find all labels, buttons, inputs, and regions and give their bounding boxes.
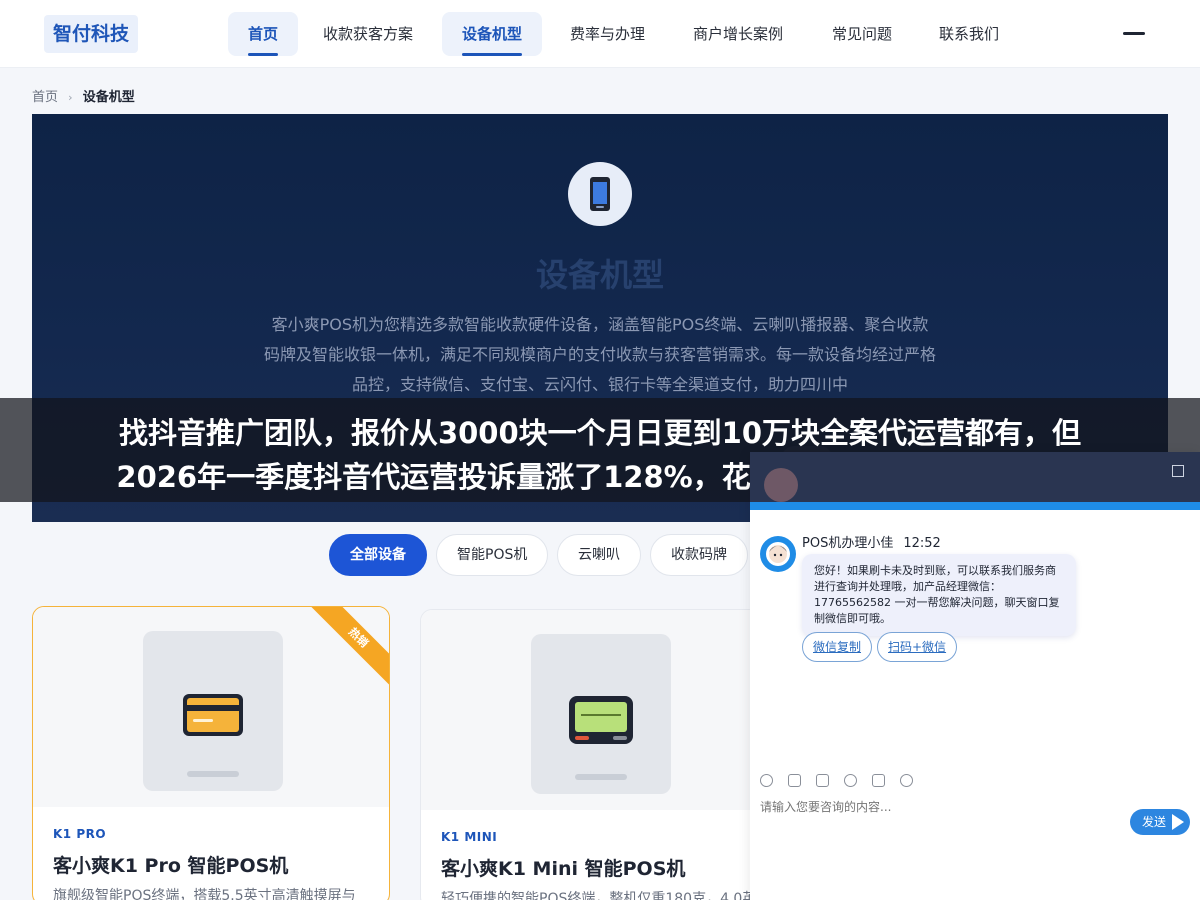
breadcrumb-current: 设备机型 <box>82 90 135 105</box>
product-description: 轻巧便携的智能POS终端，整机仅重180克，4.0英 <box>441 891 757 900</box>
nav-solutions[interactable]: 收款获客方案 <box>303 12 433 56</box>
breadcrumb-home[interactable]: 首页 <box>32 90 58 105</box>
product-model: K1 MINI <box>441 830 498 844</box>
product-stand <box>187 771 239 777</box>
filter-smart-pos[interactable]: 智能POS机 <box>436 534 549 576</box>
product-image-area <box>421 610 777 810</box>
hamburger-icon[interactable] <box>1123 32 1145 35</box>
filter-cloud-speaker[interactable]: 云喇叭 <box>557 534 641 576</box>
card-reader-icon <box>183 694 243 736</box>
product-image <box>143 631 283 791</box>
phone-icon <box>568 162 632 226</box>
message-bubble: 您好！如果刷卡未及时到账，可以联系我们服务商进行查询并处理哦，加产品经理微信：1… <box>802 554 1076 636</box>
hero-description: 客小爽POS机为您精选多款智能收款硬件设备，涵盖智能POS终端、云喇叭播报器、聚… <box>264 315 937 394</box>
agent-avatar-icon <box>760 536 796 572</box>
chat-toolbar <box>760 770 923 790</box>
chevron-right-icon: › <box>68 91 73 104</box>
product-card[interactable]: K1 MINI 客小爽K1 Mini 智能POS机 轻巧便携的智能POS终端，整… <box>420 609 778 900</box>
nav-cases[interactable]: 商户增长案例 <box>673 12 803 56</box>
agent-name: POS机办理小佳 <box>802 536 894 551</box>
product-image <box>531 634 671 794</box>
chat-widget: POS机办理小佳 12:52 您好！如果刷卡未及时到账，可以联系我们服务商进行查询… <box>750 452 1200 900</box>
image-icon[interactable] <box>788 774 802 787</box>
message-time: 12:52 <box>903 536 941 551</box>
pos-terminal-icon <box>569 696 633 744</box>
nav-faq[interactable]: 常见问题 <box>812 12 912 56</box>
page-title: 设备机型 <box>535 256 664 294</box>
product-description: 旗舰级智能POS终端，搭载5.5英寸高清触摸屏与 <box>53 888 356 900</box>
screenshot-icon[interactable] <box>816 774 830 787</box>
maximize-icon[interactable] <box>1172 465 1184 477</box>
site-header: 智付科技 首页 收款获客方案 设备机型 费率与办理 商户增长案例 常见问题 联系… <box>0 0 1200 68</box>
emoji-icon[interactable] <box>760 774 773 787</box>
copy-wechat-button[interactable]: 微信复制 <box>802 632 873 662</box>
site-logo[interactable]: 智付科技 <box>44 15 139 53</box>
nav-devices[interactable]: 设备机型 <box>442 12 543 56</box>
sound-icon[interactable] <box>872 774 886 787</box>
nav-contact[interactable]: 联系我们 <box>919 12 1019 56</box>
chat-accent-bar <box>750 502 1200 510</box>
agent-avatar <box>764 468 798 502</box>
chat-header <box>750 452 1200 502</box>
product-name[interactable]: 客小爽K1 Mini 智能POS机 <box>441 854 685 881</box>
filter-all-devices[interactable]: 全部设备 <box>329 534 427 576</box>
breadcrumb: 首页 › 设备机型 <box>32 86 135 105</box>
product-model: K1 PRO <box>53 827 107 841</box>
wechat-icon[interactable] <box>900 774 914 787</box>
chat-input[interactable] <box>760 800 1060 814</box>
nav-rates[interactable]: 费率与办理 <box>550 12 665 56</box>
nav-home[interactable]: 首页 <box>228 12 299 56</box>
filter-qr-plate[interactable]: 收款码牌 <box>650 534 748 576</box>
product-card[interactable]: 热销 K1 PRO 客小爽K1 Pro 智能POS机 旗舰级智能POS终端，搭载… <box>32 606 390 900</box>
headline-line-1: 找抖音推广团队，报价从3000块一个月日更到10万块全案代运营都有，但 <box>118 416 1082 450</box>
hot-badge: 热销 <box>304 607 389 692</box>
send-arrow-icon <box>1172 814 1184 830</box>
send-button[interactable]: 发送 <box>1130 809 1190 835</box>
product-name[interactable]: 客小爽K1 Pro 智能POS机 <box>53 851 288 878</box>
rating-icon[interactable] <box>844 774 858 787</box>
scan-wechat-button[interactable]: 扫码+微信 <box>877 632 958 662</box>
send-label: 发送 <box>1142 815 1167 829</box>
message-meta: POS机办理小佳 12:52 <box>802 532 941 551</box>
product-image-area: 热销 <box>33 607 389 807</box>
product-stand <box>575 774 627 780</box>
